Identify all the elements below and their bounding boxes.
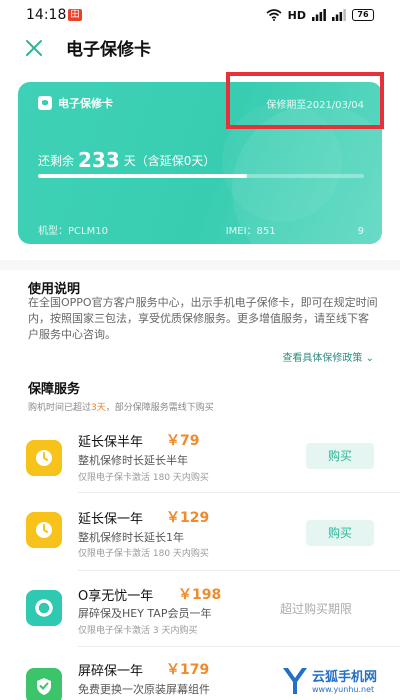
clock-icon: [26, 512, 62, 548]
header: 电子保修卡: [0, 30, 400, 70]
usage-text: 在全国OPPO官方客户服务中心，出示手机电子保修卡，即可在规定时间内，按照国家三…: [28, 296, 378, 341]
divider: [78, 646, 400, 647]
service-price: ￥179: [166, 662, 210, 678]
service-name: 延长保一年: [78, 512, 144, 527]
status-indicators: HD 76: [266, 7, 374, 23]
services-title: 保障服务: [28, 382, 81, 397]
remaining-days-value: 233: [78, 148, 120, 172]
notification-badge-icon: 田: [68, 9, 82, 21]
service-desc: 免费更换一次原装屏幕组件: [78, 683, 210, 696]
divider: [78, 492, 400, 493]
divider: [78, 570, 400, 571]
buy-button[interactable]: 购买: [306, 520, 374, 546]
status-bar: 14:18 田 HD 76: [0, 0, 400, 30]
chevron-down-icon: ⌄: [365, 353, 374, 364]
services-subtitle: 购机时间已超过3天，部分保障服务需线下购买: [28, 400, 214, 413]
service-note: 仅限电子保卡激活 180 天内购买: [78, 473, 209, 483]
watermark-name: 云狐手机网: [312, 670, 378, 685]
card-imei-prefix: IMEI：851: [225, 226, 276, 237]
remaining-suffix: 天（含延保0天）: [123, 154, 216, 168]
service-desc: 屏碎保及HEY TAP会员一年: [78, 607, 212, 620]
signal-icon-2: [332, 9, 346, 21]
watermark-url: www.yunhu.net: [312, 685, 375, 694]
service-name: O享无忧一年: [78, 589, 154, 604]
card-title: 电子保修卡: [58, 97, 113, 110]
service-note: 仅限电子保卡激活 180 天内购买: [78, 549, 209, 559]
remaining-prefix: 还剩余: [38, 154, 75, 168]
yunhu-logo-icon: [283, 668, 307, 694]
warranty-progress: [38, 174, 364, 178]
subtitle-warn: 3天: [91, 403, 106, 413]
policy-link[interactable]: 查看具体保修政策 ⌄: [282, 349, 374, 364]
close-icon[interactable]: [24, 38, 44, 58]
signal-icon: [312, 9, 326, 21]
page-title: 电子保修卡: [66, 40, 151, 60]
service-name: 屏碎保一年: [78, 664, 144, 679]
subtitle-prefix: 购机时间已超过: [28, 403, 92, 413]
ring-icon: [26, 590, 62, 626]
status-time: 14:18: [26, 7, 67, 23]
shield-logo-icon: [38, 96, 52, 110]
service-desc: 整机保修时长延长半年: [78, 454, 188, 467]
clock-icon: [26, 440, 62, 476]
warranty-progress-fill: [38, 174, 247, 178]
card-imei-tail: 9: [357, 226, 364, 237]
card-model: 机型：PCLM10: [38, 226, 108, 237]
shield-icon: [26, 668, 62, 700]
watermark: 云狐手机网 www.yunhu.net: [280, 664, 392, 698]
wifi-icon: [266, 9, 282, 21]
policy-link-label: 查看具体保修政策: [282, 353, 363, 364]
expired-label: 超过购买期限: [280, 602, 353, 616]
network-label: HD: [287, 8, 306, 22]
service-desc: 整机保修时长延长1年: [78, 531, 184, 544]
remaining-days: 还剩余 233 天（含延保0天）: [38, 146, 216, 172]
service-name: 延长保半年: [78, 435, 144, 450]
service-price: ￥129: [166, 510, 210, 526]
service-price: ￥198: [178, 587, 222, 603]
buy-button[interactable]: 购买: [306, 443, 374, 469]
highlight-annotation: [226, 72, 384, 129]
battery-icon: 76: [352, 9, 374, 21]
subtitle-suffix: ，部分保障服务需线下购买: [105, 403, 214, 413]
service-note: 仅限电子保卡激活 3 天内购买: [78, 626, 198, 636]
service-price: ￥79: [166, 433, 200, 449]
card-imei: IMEI：851 9: [226, 222, 364, 237]
